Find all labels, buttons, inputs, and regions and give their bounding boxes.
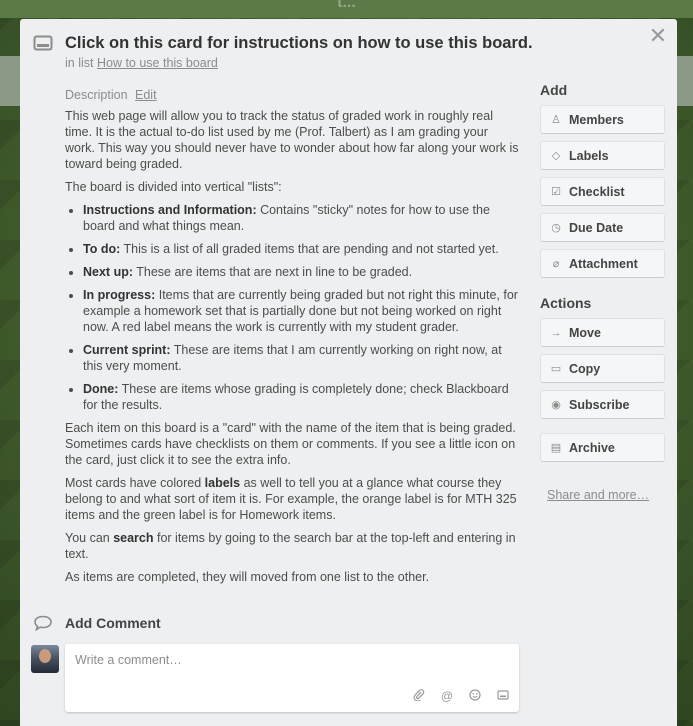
list-name-link[interactable]: How to use this board [97, 56, 218, 70]
description-paragraph: Each item on this board is a "card" with… [65, 421, 516, 467]
list-text: This is a list of all graded items that … [120, 242, 499, 256]
tag-icon: ◇ [551, 150, 561, 162]
members-label: Members [569, 112, 624, 127]
description-paragraph: Most cards have colored labels as well t… [65, 475, 520, 523]
archive-label: Archive [569, 440, 615, 455]
card-sidebar: Add ♙ Members ◇ Labels ☑ Checklist ◷ Due Dat… [540, 82, 665, 502]
add-comment-heading: Add Comment [65, 615, 161, 631]
list-item: Next up: These are items that are next i… [83, 264, 520, 280]
speech-bubble-icon [34, 615, 52, 631]
eye-icon: ◉ [551, 399, 561, 411]
move-label: Move [569, 325, 601, 340]
bold-span: labels [204, 476, 241, 490]
mention-icon[interactable]: @ [441, 689, 453, 704]
clock-icon: ◷ [551, 222, 561, 234]
copy-button[interactable]: ▭ Copy [540, 354, 665, 383]
card-icon [33, 35, 53, 51]
description-paragraph: This web page will allow you to track th… [65, 109, 519, 171]
description-paragraph: You can search for items by going to the… [65, 530, 520, 562]
labels-button[interactable]: ◇ Labels [540, 141, 665, 170]
board-title: t... [337, 0, 356, 11]
in-list-line: in list How to use this board [65, 56, 218, 70]
list-term: To do: [83, 242, 121, 256]
close-icon[interactable]: ✕ [647, 25, 669, 47]
move-button[interactable]: → Move [540, 318, 665, 347]
in-list-prefix: in list [65, 56, 94, 70]
comment-placeholder: Write a comment… [75, 653, 182, 667]
list-term: Instructions and Information: [83, 203, 257, 217]
list-item: To do: This is a list of all graded item… [83, 241, 520, 257]
list-item: Done: These are items whose grading is c… [83, 381, 520, 413]
comment-input[interactable]: Write a comment… @ [65, 644, 519, 712]
actions-heading: Actions [540, 295, 592, 311]
members-button[interactable]: ♙ Members [540, 105, 665, 134]
due-date-label: Due Date [569, 220, 624, 235]
subscribe-label: Subscribe [569, 397, 630, 412]
edit-description-link[interactable]: Edit [135, 88, 157, 102]
card-link-icon[interactable] [497, 689, 509, 704]
archive-icon: ▤ [550, 442, 562, 454]
copy-label: Copy [569, 361, 601, 376]
arrow-right-icon: → [550, 326, 562, 339]
bold-span: search [113, 531, 154, 545]
list-item: In progress: Items that are currently be… [83, 287, 520, 335]
emoji-icon[interactable] [469, 689, 481, 704]
list-text: These are items that are next in line to… [133, 265, 413, 279]
paperclip-icon[interactable] [413, 689, 425, 704]
attachment-label: Attachment [569, 256, 638, 271]
card-title[interactable]: Click on this card for instructions on h… [65, 34, 585, 53]
archive-button[interactable]: ▤ Archive [540, 433, 665, 462]
checkbox-icon: ☑ [551, 186, 561, 198]
checklist-label: Checklist [569, 184, 625, 199]
text-span: You can [65, 531, 114, 545]
list-term: In progress: [83, 288, 156, 302]
description-header: Description Edit [65, 87, 520, 103]
person-icon: ♙ [551, 114, 561, 126]
subscribe-button[interactable]: ◉ Subscribe [540, 390, 665, 419]
description-paragraph: The board is divided into vertical "list… [65, 180, 282, 194]
list-term: Next up: [83, 265, 133, 279]
lists-explanation: Instructions and Information: Contains "… [83, 202, 520, 413]
add-heading: Add [540, 82, 568, 98]
avatar[interactable] [31, 645, 59, 673]
list-text: These are items whose grading is complet… [83, 382, 509, 412]
list-item: Instructions and Information: Contains "… [83, 202, 520, 234]
card-detail-dialog: ✕ Click on this card for instructions on… [20, 19, 677, 726]
description-label: Description [65, 88, 128, 102]
card-icon: ▭ [550, 363, 562, 375]
list-term: Current sprint: [83, 343, 171, 357]
due-date-button[interactable]: ◷ Due Date [540, 213, 665, 242]
description-paragraph: As items are completed, they will moved … [65, 570, 430, 584]
board-header: t... [0, 0, 693, 18]
share-and-more-link[interactable]: Share and more… [540, 488, 665, 502]
list-term: Done: [83, 382, 119, 396]
text-span: Most cards have colored [65, 476, 205, 490]
list-item: Current sprint: These are items that I a… [83, 342, 520, 374]
paperclip-icon: ⌀ [552, 258, 560, 270]
comment-toolbar: @ [413, 689, 509, 704]
labels-label: Labels [569, 148, 609, 163]
description-section: Description Edit This web page will allo… [65, 87, 520, 592]
attachment-button[interactable]: ⌀ Attachment [540, 249, 665, 278]
checklist-button[interactable]: ☑ Checklist [540, 177, 665, 206]
